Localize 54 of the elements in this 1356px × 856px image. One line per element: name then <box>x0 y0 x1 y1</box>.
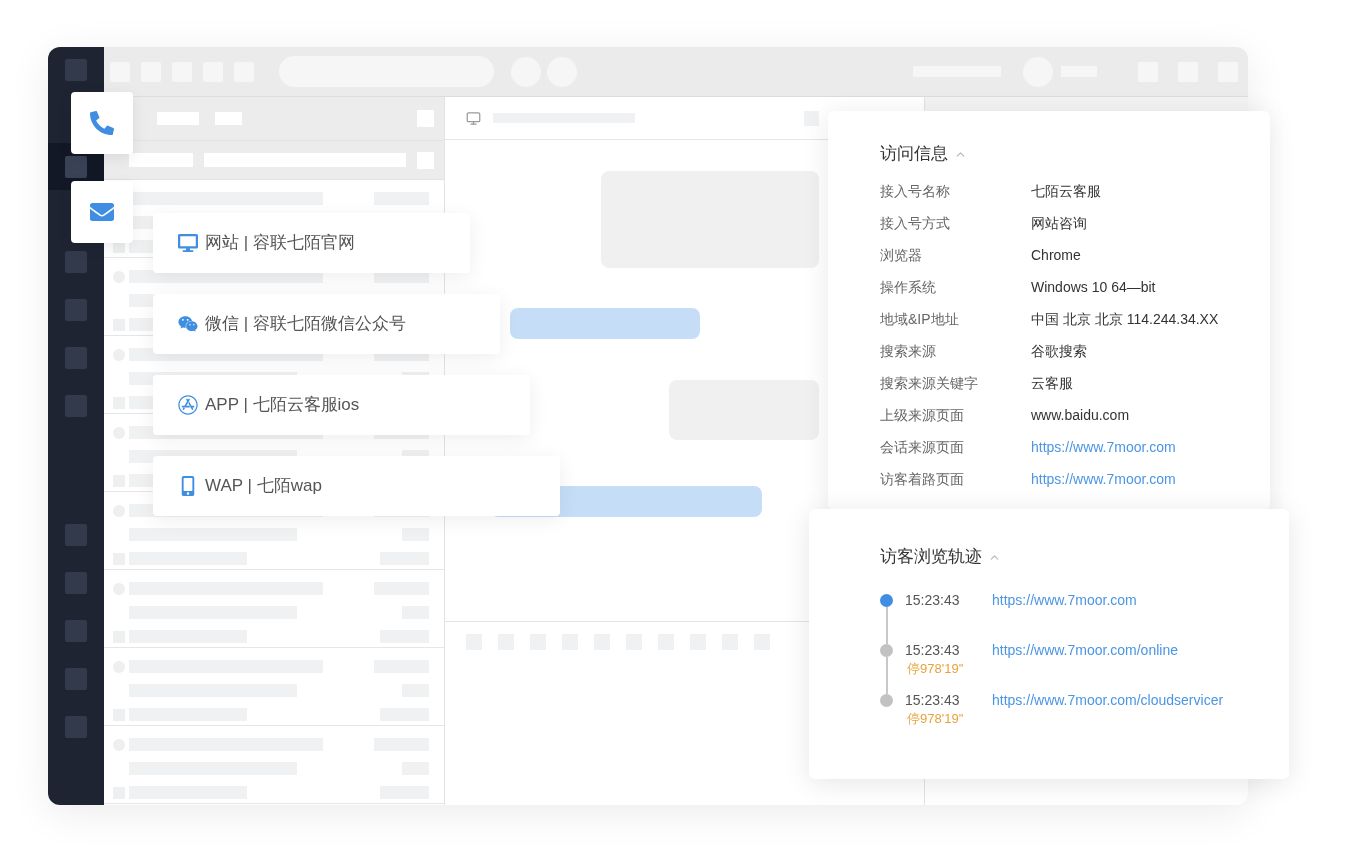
info-label: 操作系统 <box>880 278 937 297</box>
page-link[interactable]: https://www.7moor.com/online <box>992 640 1178 660</box>
channel-label: APP | 七陌云客服ios <box>205 394 360 416</box>
channel-label: 微信 | 容联七陌微信公众号 <box>205 313 406 335</box>
monitor-icon <box>178 233 198 253</box>
nav-square-icon[interactable] <box>65 572 87 594</box>
page-link[interactable]: https://www.7moor.com/cloudservicer <box>992 690 1224 710</box>
envelope-icon <box>90 200 114 224</box>
info-label: 上级来源页面 <box>880 406 965 425</box>
timeline-connector <box>885 656 888 694</box>
timeline-connector <box>885 606 888 644</box>
section-title: 访客浏览轨迹 <box>880 546 982 568</box>
page-link[interactable]: https://www.7moor.com <box>992 590 1137 610</box>
info-value: 谷歌搜索 <box>1031 342 1087 361</box>
nav-square-icon[interactable] <box>65 59 87 81</box>
info-value: www.baidu.com <box>1031 406 1130 425</box>
info-label: 搜索来源 <box>880 342 937 361</box>
nav-square-icon[interactable] <box>65 620 87 642</box>
info-value: 网站咨询 <box>1031 214 1087 233</box>
phone-icon <box>90 111 114 135</box>
nav-square-icon[interactable] <box>65 251 87 273</box>
nav-square-icon[interactable] <box>65 347 87 369</box>
stay-duration: 停978'19'' <box>907 660 965 678</box>
visit-time: 15:23:43 <box>905 591 961 610</box>
channel-label: 网站 | 容联七陌官网 <box>205 232 355 254</box>
chat-bubbles-icon <box>178 314 198 334</box>
nav-square-icon <box>65 155 87 178</box>
info-label: 会话来源页面 <box>880 438 965 457</box>
info-label: 访客着路页面 <box>880 470 965 489</box>
info-value: 七陌云客服 <box>1031 182 1101 201</box>
info-value: Chrome <box>1031 246 1081 265</box>
nav-square-icon[interactable] <box>65 668 87 690</box>
nav-square-icon[interactable] <box>65 716 87 738</box>
channel-label: WAP | 七陌wap <box>205 475 322 497</box>
info-value: Windows 10 64—bit <box>1031 278 1156 297</box>
info-label: 接入号名称 <box>880 182 951 201</box>
info-value: 中国 北京 北京 114.244.34.XX <box>1031 310 1219 329</box>
nav-square-icon[interactable] <box>65 299 87 321</box>
info-link[interactable]: https://www.7moor.com <box>1031 437 1176 457</box>
info-label: 接入号方式 <box>880 214 951 233</box>
monitor-icon <box>466 110 481 126</box>
visit-time: 15:23:43 <box>905 641 961 660</box>
section-title: 访问信息 <box>880 143 948 165</box>
visit-time: 15:23:43 <box>905 691 961 710</box>
nav-square-icon[interactable] <box>65 395 87 417</box>
info-label: 搜索来源关键字 <box>880 374 979 393</box>
stay-duration: 停978'19'' <box>907 710 965 728</box>
info-link[interactable]: https://www.7moor.com <box>1031 469 1176 489</box>
info-value: 云客服 <box>1031 374 1073 393</box>
placeholder-bar <box>129 153 193 167</box>
nav-square-icon[interactable] <box>65 524 87 546</box>
info-label: 浏览器 <box>880 246 923 265</box>
info-label: 地域&IP地址 <box>880 310 960 329</box>
stylized-a-icon <box>178 395 198 415</box>
